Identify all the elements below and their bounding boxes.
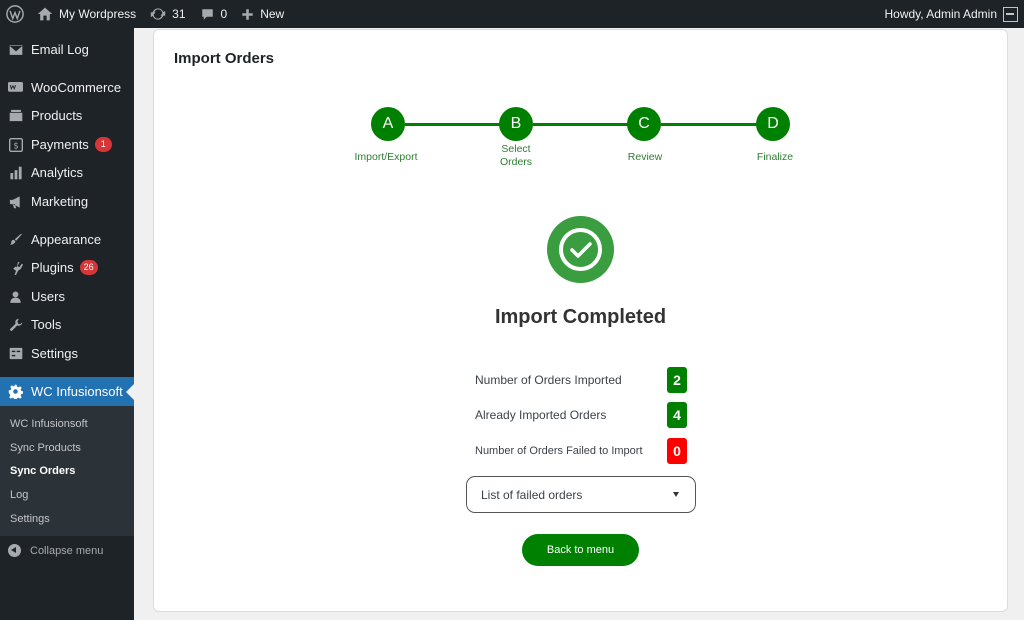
greeting: Howdy, Admin Admin [884, 7, 998, 21]
back-to-menu-button[interactable]: Back to menu [522, 534, 639, 566]
new-label: New [260, 7, 285, 21]
submenu-item-wc-infusionsoft[interactable]: WC Infusionsoft [10, 418, 88, 430]
collapse-label: Collapse menu [30, 544, 104, 557]
comments-count: 0 [220, 7, 228, 21]
megaphone-icon [8, 194, 23, 209]
admin-sidebar: Email Log WooCommerce Products $ Payment… [0, 28, 134, 620]
sidebar-item-label: Payments [31, 137, 89, 152]
submenu-item-sync-orders[interactable]: Sync Orders [10, 465, 75, 477]
sidebar-item-plugins[interactable]: Plugins 26 [0, 253, 134, 282]
sidebar-item-label: WooCommerce [31, 80, 122, 95]
step-c-label: Review [627, 151, 663, 163]
submenu-item-log[interactable]: Log [10, 489, 28, 501]
admin-bar: My Wordpress 31 0 New Howdy, Admin Admin [0, 0, 1024, 28]
email-icon [8, 42, 23, 57]
sidebar-item-label: Users [31, 289, 65, 304]
success-check-icon [547, 216, 614, 283]
comment-icon [201, 8, 213, 20]
sidebar-item-label: Products [31, 108, 83, 123]
updates-link[interactable]: 31 [143, 0, 192, 28]
sidebar-item-users[interactable]: Users [0, 282, 134, 311]
step-d-circle: D [756, 107, 790, 141]
already-imported-count: 4 [667, 402, 687, 428]
submenu-wc-infusionsoft: WC Infusionsoft Sync Products Sync Order… [0, 406, 134, 536]
step-c-circle: C [627, 107, 661, 141]
analytics-icon [8, 165, 23, 180]
avatar [1003, 6, 1018, 22]
step-d-label: Finalize [756, 151, 794, 163]
sidebar-item-payments[interactable]: $ Payments 1 [0, 130, 134, 159]
sidebar-item-label: Analytics [31, 165, 84, 180]
sidebar-item-products[interactable]: Products [0, 101, 134, 130]
submenu-item-settings[interactable]: Settings [10, 513, 50, 525]
sidebar-item-label: Email Log [31, 42, 89, 57]
failed-orders-select[interactable]: List of failed orders [466, 476, 696, 513]
payments-badge: 1 [94, 137, 112, 152]
failed-orders-select-value: List of failed orders [481, 487, 583, 502]
woocommerce-icon [8, 80, 23, 95]
updates-icon [150, 8, 166, 20]
orders-failed-count: 0 [667, 438, 687, 464]
sidebar-item-tools[interactable]: Tools [0, 310, 134, 339]
payments-icon: $ [8, 137, 23, 152]
updates-count: 31 [172, 7, 186, 21]
sidebar-item-appearance[interactable]: Appearance [0, 225, 134, 254]
gear-icon [8, 384, 23, 399]
sidebar-item-label: Appearance [31, 232, 102, 247]
plugin-icon [8, 260, 23, 275]
already-imported-label: Already Imported Orders [475, 408, 607, 422]
sidebar-item-label: Tools [31, 317, 62, 332]
my-account[interactable]: Howdy, Admin Admin [884, 0, 1018, 28]
settings-icon [8, 346, 23, 361]
sidebar-item-marketing[interactable]: Marketing [0, 187, 134, 216]
wordpress-logo-icon[interactable] [0, 0, 30, 28]
sidebar-item-label: Settings [31, 346, 78, 361]
products-icon [8, 108, 23, 123]
step-b-label: Select Orders [499, 143, 533, 168]
submenu-item-sync-products[interactable]: Sync Products [10, 442, 81, 454]
sidebar-item-label: Plugins [31, 260, 74, 275]
new-content-link[interactable]: New [234, 0, 291, 28]
sidebar-item-label: Marketing [31, 194, 89, 209]
sidebar-item-label: WC Infusionsoft [31, 384, 123, 399]
plugins-badge: 26 [79, 260, 98, 275]
orders-imported-label: Number of Orders Imported [475, 373, 622, 387]
sidebar-item-wc-infusionsoft[interactable]: WC Infusionsoft [0, 377, 134, 406]
site-name: My Wordpress [59, 7, 137, 21]
plus-icon [242, 8, 253, 20]
collapse-arrow-icon [8, 544, 21, 557]
sidebar-item-analytics[interactable]: Analytics [0, 158, 134, 187]
users-icon [8, 289, 23, 304]
dropdown-arrow-icon [673, 492, 679, 497]
import-orders-panel: Import Orders A B C D Import/Export Sele… [153, 29, 1008, 612]
status-title: Import Completed [494, 306, 667, 328]
sidebar-item-email-log[interactable]: Email Log [0, 35, 134, 64]
orders-failed-label: Number of Orders Failed to Import [475, 445, 643, 457]
page-title: Import Orders [174, 50, 275, 67]
step-a-circle: A [371, 107, 405, 141]
comments-link[interactable]: 0 [193, 0, 235, 28]
site-name-link[interactable]: My Wordpress [30, 0, 143, 28]
collapse-menu-button[interactable]: Collapse menu [8, 544, 103, 557]
sidebar-item-woocommerce[interactable]: WooCommerce [0, 73, 134, 102]
orders-imported-count: 2 [667, 367, 687, 393]
home-icon [37, 7, 53, 21]
step-b-circle: B [499, 107, 533, 141]
svg-text:$: $ [13, 140, 18, 150]
paintbrush-icon [8, 232, 23, 247]
step-a-label: Import/Export [354, 151, 418, 163]
wrench-icon [8, 317, 23, 332]
sidebar-item-settings[interactable]: Settings [0, 339, 134, 368]
